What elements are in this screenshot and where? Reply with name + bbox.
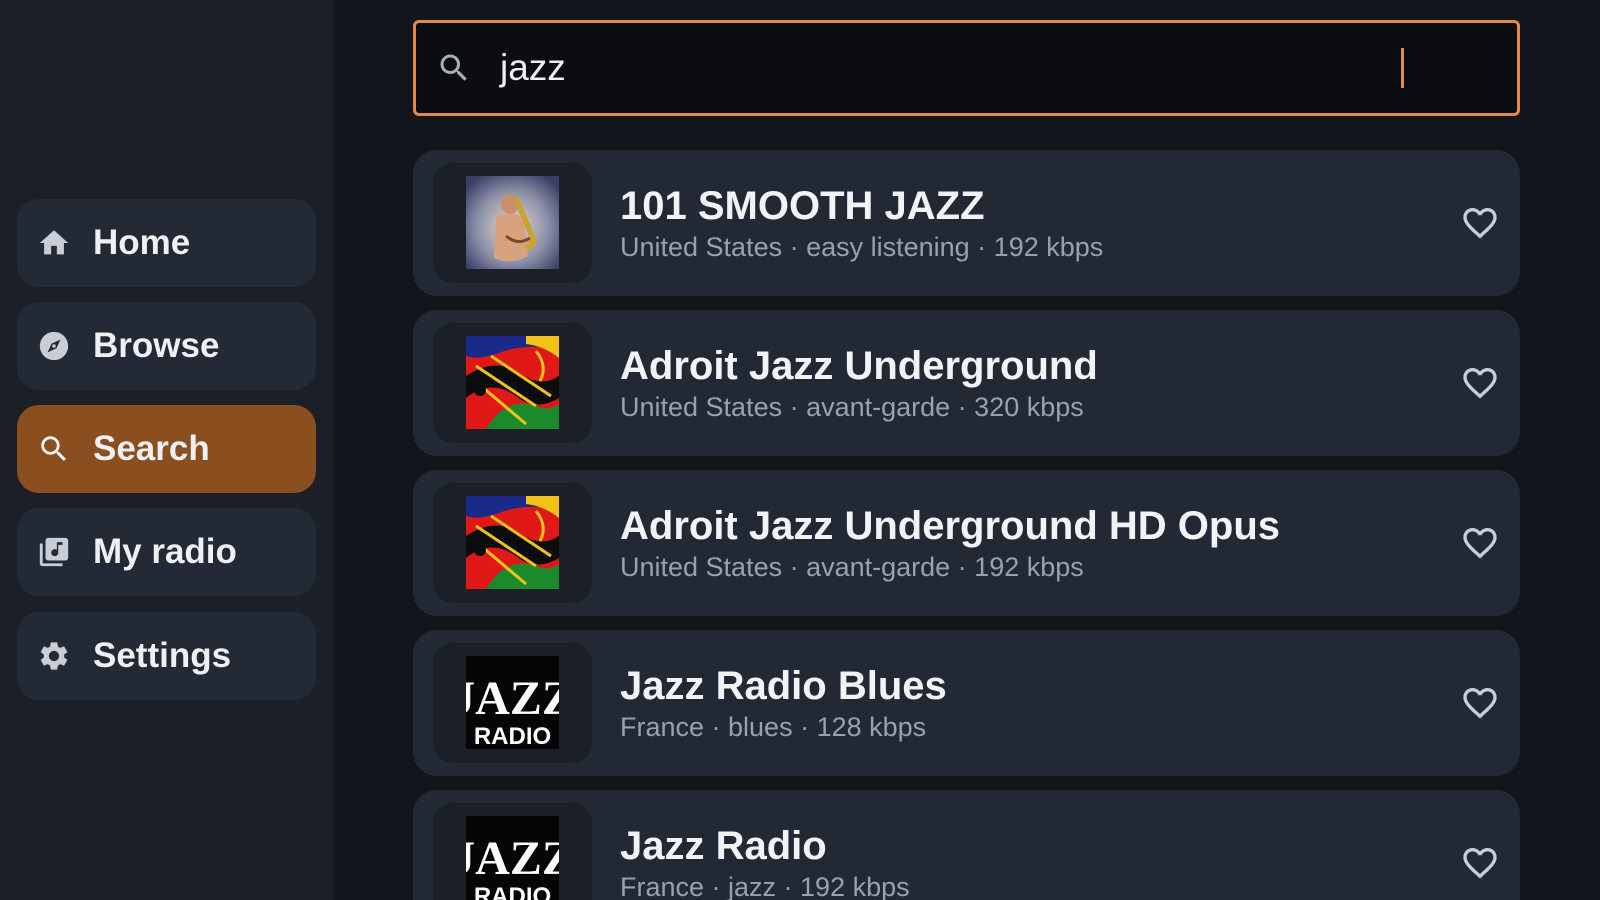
heart-icon[interactable] (1460, 203, 1500, 243)
station-title: Jazz Radio (620, 824, 827, 868)
station-logo (466, 176, 559, 269)
sidebar: Home Browse Search My radio Settings (0, 0, 333, 900)
station-row[interactable]: JAZZ RADIO Jazz Radio France · jazz · 19… (413, 790, 1520, 900)
sidebar-item-settings[interactable]: Settings (17, 612, 316, 700)
sidebar-item-label: Home (93, 223, 191, 262)
sidebar-item-label: My radio (93, 532, 237, 571)
station-title: 101 SMOOTH JAZZ (620, 184, 985, 228)
station-meta: France · blues · 128 kbps (620, 712, 927, 742)
library-music-icon (37, 535, 71, 569)
station-logo-frame (433, 483, 592, 603)
station-logo (466, 496, 559, 589)
heart-icon[interactable] (1460, 843, 1500, 883)
station-logo-frame (433, 163, 592, 283)
station-row[interactable]: JAZZ RADIO Jazz Radio Blues France · blu… (413, 630, 1520, 776)
station-logo-frame (433, 323, 592, 443)
logo-text-jazz: JAZZ (466, 672, 559, 725)
search-bar[interactable]: jazz (413, 20, 1520, 116)
station-meta: United States · avant-garde · 192 kbps (620, 552, 1084, 582)
logo-text-jazz: JAZZ (466, 832, 559, 885)
station-logo-frame: JAZZ RADIO (433, 803, 592, 900)
sidebar-item-browse[interactable]: Browse (17, 302, 316, 390)
text-caret (1401, 48, 1404, 88)
logo-text-radio: RADIO (474, 883, 551, 900)
station-row[interactable]: 101 SMOOTH JAZZ United States · easy lis… (413, 150, 1520, 296)
home-icon (37, 226, 71, 260)
station-logo: JAZZ RADIO (466, 656, 559, 749)
gear-icon (37, 639, 71, 673)
station-meta: United States · avant-garde · 320 kbps (620, 392, 1084, 422)
sidebar-item-label: Search (93, 429, 210, 468)
station-logo (466, 336, 559, 429)
search-input[interactable]: jazz (500, 47, 1400, 89)
main-content: jazz 101 SMOOTH JAZZ United States · eas… (333, 0, 1600, 900)
station-logo: JAZZ RADIO (466, 816, 559, 900)
sidebar-item-my-radio[interactable]: My radio (17, 508, 316, 596)
station-title: Adroit Jazz Underground (620, 344, 1098, 388)
station-title: Jazz Radio Blues (620, 664, 947, 708)
station-meta: United States · easy listening · 192 kbp… (620, 232, 1104, 262)
sidebar-item-home[interactable]: Home (17, 199, 316, 287)
search-icon (37, 432, 71, 466)
app-window: Home Browse Search My radio Settings jaz… (0, 0, 1600, 900)
station-row[interactable]: Adroit Jazz Underground United States · … (413, 310, 1520, 456)
heart-icon[interactable] (1460, 683, 1500, 723)
sidebar-item-label: Browse (93, 326, 220, 365)
heart-icon[interactable] (1460, 523, 1500, 563)
station-meta: France · jazz · 192 kbps (620, 872, 910, 900)
sidebar-item-label: Settings (93, 636, 232, 675)
sidebar-item-search[interactable]: Search (17, 405, 316, 493)
station-title: Adroit Jazz Underground HD Opus (620, 504, 1280, 548)
station-row[interactable]: Adroit Jazz Underground HD Opus United S… (413, 470, 1520, 616)
station-logo-frame: JAZZ RADIO (433, 643, 592, 763)
compass-icon (37, 329, 71, 363)
heart-icon[interactable] (1460, 363, 1500, 403)
search-icon (436, 50, 472, 86)
logo-text-radio: RADIO (474, 723, 551, 749)
